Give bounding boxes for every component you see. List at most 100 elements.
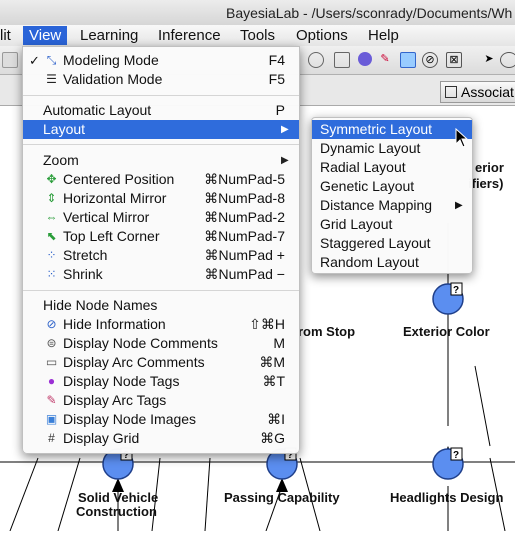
node-label-erior: erior bbox=[475, 160, 504, 175]
submenu-arrow-icon: ▶ bbox=[281, 124, 289, 135]
label: Distance Mapping bbox=[320, 197, 433, 213]
shortcut: ⇧⌘H bbox=[249, 316, 285, 332]
association-icon bbox=[445, 86, 457, 98]
node-label-solid-vehicle: Solid Vehicle bbox=[78, 490, 159, 505]
menu-item-genetic-layout[interactable]: Genetic Layout bbox=[312, 177, 472, 196]
shortcut: ⌘I bbox=[267, 411, 285, 427]
top-left-icon: ⬉ bbox=[46, 229, 57, 243]
label: Vertical Mirror bbox=[63, 209, 150, 225]
label: Modeling Mode bbox=[63, 52, 159, 68]
label: Top Left Corner bbox=[63, 228, 160, 244]
menu-item-layout[interactable]: Layout ▶ bbox=[23, 120, 299, 139]
menu-learning[interactable]: Learning bbox=[80, 26, 138, 45]
shortcut: ⌘NumPad-5 bbox=[204, 171, 285, 187]
shortcut: ⌘T bbox=[262, 373, 285, 389]
label: Grid Layout bbox=[320, 216, 393, 232]
separator bbox=[23, 144, 299, 145]
label: Shrink bbox=[63, 266, 103, 282]
node-icon[interactable] bbox=[358, 52, 372, 66]
label: Centered Position bbox=[63, 171, 175, 187]
node-badge-text: ? bbox=[453, 450, 459, 461]
node-label-fiers: ifiers) bbox=[468, 176, 504, 191]
submenu-arrow-icon: ▶ bbox=[455, 200, 463, 211]
shrink-icon: ⁙ bbox=[46, 267, 57, 281]
menu-inference[interactable]: Inference bbox=[158, 26, 221, 45]
node-label-construction: Construction bbox=[76, 504, 157, 519]
menu-options[interactable]: Options bbox=[296, 26, 348, 45]
menu-item-radial-layout[interactable]: Radial Layout bbox=[312, 158, 472, 177]
view-menu: ✓ ⤡ Modeling Mode F4 ☰ Validation Mode F… bbox=[22, 46, 300, 454]
label: Zoom bbox=[43, 152, 79, 168]
validation-icon: ☰ bbox=[46, 72, 57, 86]
menu-item-grid-layout[interactable]: Grid Layout bbox=[312, 215, 472, 234]
menu-item-distance-mapping[interactable]: Distance Mapping ▶ bbox=[312, 196, 472, 215]
label: Stretch bbox=[63, 247, 108, 263]
label: Validation Mode bbox=[63, 71, 163, 87]
label: Horizontal Mirror bbox=[63, 190, 167, 206]
no-icon[interactable]: ⊘ bbox=[422, 52, 438, 68]
menu-item-symmetric-layout[interactable]: Symmetric Layout bbox=[312, 120, 472, 139]
hide-information-icon: ⊘ bbox=[46, 317, 57, 331]
matrix-icon[interactable] bbox=[334, 52, 350, 68]
node-tag-icon: ● bbox=[47, 374, 56, 388]
mouse-cursor-icon bbox=[455, 128, 469, 148]
shortcut: ⌘NumPad-2 bbox=[204, 209, 285, 225]
vertical-mirror-icon: ⇔ bbox=[45, 210, 58, 224]
label: Hide Information bbox=[63, 316, 166, 332]
node-tool-icon[interactable] bbox=[500, 52, 515, 68]
remove-icon[interactable]: ⊠ bbox=[446, 52, 462, 68]
label: Display Node Comments bbox=[63, 335, 218, 351]
network-icon[interactable] bbox=[308, 52, 324, 68]
window-title: BayesiaLab - /Users/sconrady/Documents/W… bbox=[226, 5, 513, 21]
horizontal-mirror-icon: ⇕ bbox=[46, 191, 57, 205]
label: Staggered Layout bbox=[320, 235, 431, 251]
label: Display Arc Tags bbox=[63, 392, 167, 408]
label: Display Grid bbox=[63, 430, 140, 446]
layout-submenu: Symmetric Layout Dynamic Layout Radial L… bbox=[311, 117, 473, 274]
menu-item-random-layout[interactable]: Random Layout bbox=[312, 253, 472, 272]
label: Dynamic Layout bbox=[320, 140, 421, 156]
shortcut: M bbox=[273, 335, 285, 351]
node-label-exterior-color: Exterior Color bbox=[403, 324, 490, 339]
node-label-rom-stop: rom Stop bbox=[298, 324, 356, 339]
shortcut: P bbox=[275, 102, 285, 118]
node-image-icon: ▣ bbox=[45, 412, 58, 426]
label: Automatic Layout bbox=[43, 102, 152, 118]
label: Random Layout bbox=[320, 254, 419, 270]
arc bbox=[204, 457, 211, 532]
pointer-icon[interactable]: ➤ bbox=[482, 52, 496, 66]
grid-icon: # bbox=[48, 431, 55, 445]
title-bar: BayesiaLab - /Users/sconrady/Documents/W… bbox=[0, 0, 515, 26]
shortcut: F4 bbox=[268, 52, 285, 68]
menu-help[interactable]: Help bbox=[368, 26, 399, 45]
label: Symmetric Layout bbox=[320, 121, 433, 137]
label: Genetic Layout bbox=[320, 178, 415, 194]
tab-associations[interactable]: Associat bbox=[440, 81, 515, 103]
image-icon[interactable] bbox=[400, 52, 416, 68]
separator bbox=[23, 290, 299, 291]
submenu-arrow-icon: ▶ bbox=[281, 155, 289, 166]
node-label-headlights: Headlights Design bbox=[390, 490, 504, 505]
shortcut: ⌘NumPad-8 bbox=[204, 190, 285, 206]
label: Display Arc Comments bbox=[63, 354, 205, 370]
shortcut: ⌘NumPad − bbox=[204, 266, 285, 282]
label: Hide Node Names bbox=[43, 297, 158, 313]
menu-item-staggered-layout[interactable]: Staggered Layout bbox=[312, 234, 472, 253]
shortcut: ⌘M bbox=[259, 354, 285, 370]
node-badge-text: ? bbox=[453, 285, 459, 296]
menu-tools[interactable]: Tools bbox=[240, 26, 275, 45]
node-comment-icon: ⊜ bbox=[46, 336, 57, 350]
new-icon[interactable] bbox=[2, 52, 18, 68]
modeling-icon: ⤡ bbox=[46, 53, 57, 67]
node-label-passing: Passing Capability bbox=[224, 490, 340, 505]
arc-tag-icon: ✎ bbox=[46, 393, 57, 407]
menu-bar: lit View Learning Inference Tools Option… bbox=[0, 25, 515, 47]
menu-edit[interactable]: lit bbox=[0, 26, 11, 45]
label: Display Node Images bbox=[63, 411, 197, 427]
center-icon: ✥ bbox=[46, 172, 57, 186]
shortcut: F5 bbox=[268, 71, 285, 87]
menu-view[interactable]: View bbox=[23, 26, 68, 45]
menu-item-dynamic-layout[interactable]: Dynamic Layout bbox=[312, 139, 472, 158]
arc bbox=[9, 457, 39, 532]
wand-icon[interactable]: ✎ bbox=[378, 52, 392, 66]
